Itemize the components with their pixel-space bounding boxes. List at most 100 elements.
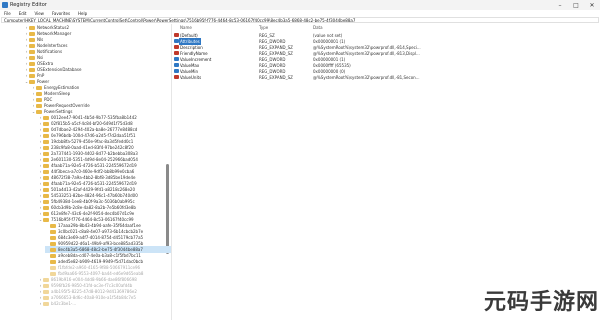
minimize-icon[interactable]: – [552,0,568,10]
menu-file[interactable]: File [0,11,15,16]
value-type: REG_EXPAND_SZ [259,50,293,56]
value-data: @%SystemRoot%\system32\powrprof.dll,-813… [313,50,420,56]
value-name: ValueUnits [180,74,202,80]
value-type: REG_SZ [259,32,275,38]
folder-icon [50,241,56,246]
folder-icon [43,277,49,282]
folder-icon [43,181,49,186]
tree-scrollbar-thumb[interactable] [166,164,169,254]
folder-icon [29,25,35,30]
menu-favorites[interactable]: Favorites [48,11,74,16]
registry-value-row[interactable]: ValueUnits REG_EXPAND_SZ @%SystemRoot%\sys… [173,74,433,80]
value-type: REG_DWORD [259,62,286,68]
value-type: REG_EXPAND_SZ [259,74,293,80]
folder-icon [43,151,49,156]
folder-icon [43,193,49,198]
value-type: REG_DWORD [259,38,286,44]
folder-icon [43,211,49,216]
folder-icon [43,217,49,222]
maximize-icon[interactable]: □ [568,0,584,10]
value-type: REG_DWORD [259,68,286,74]
folder-icon [50,271,56,276]
menu-bar: File Edit View Favorites Help [0,10,600,17]
binary-value-icon [174,69,179,73]
registry-values-list: Name Type Data (Default) REG_SZ (value not… [173,24,600,320]
folder-icon [50,259,56,264]
folder-icon [50,265,56,270]
folder-icon [29,79,35,84]
string-value-icon [174,75,179,79]
folder-icon [43,145,49,150]
folder-icon [43,283,49,288]
value-name: ValueMax [180,62,200,68]
menu-edit[interactable]: Edit [15,11,31,16]
folder-icon [43,175,49,180]
folder-icon [43,205,49,210]
value-type: REG_EXPAND_SZ [259,44,293,50]
folder-icon [43,139,49,144]
value-name: Attributes [179,37,201,45]
folder-icon [29,61,35,66]
value-data: 0x00000001 (1) [313,56,346,62]
watermark-logo: 元码手游网 [484,290,600,315]
folder-icon [36,85,42,90]
folder-icon [36,97,42,102]
folder-icon [43,187,49,192]
folder-icon [29,73,35,78]
folder-icon [50,247,56,252]
registry-editor-app-icon [2,2,8,8]
column-header-type[interactable]: Type [259,24,268,31]
folder-icon [29,37,35,42]
value-name: FriendlyName [180,50,208,56]
close-icon[interactable]: ✕ [584,0,600,10]
folder-icon [50,223,56,228]
window-title: Registry Editor [10,2,47,8]
folder-icon [50,253,56,258]
folder-icon [36,103,42,108]
folder-icon [36,91,42,96]
registry-key-tree[interactable]: › NetworkStatus2 › NetworkManager › Nls › NodeI… [0,24,172,320]
value-name: (Default) [180,32,198,38]
string-value-icon [174,33,179,37]
binary-value-icon [174,57,179,61]
folder-icon [43,163,49,168]
folder-icon [43,133,49,138]
value-name: Description [180,44,203,50]
folder-icon [43,301,49,306]
folder-icon [29,67,35,72]
tree-item-label: b42c3be1-... [51,301,77,306]
folder-icon [29,49,35,54]
value-name: ValueIncrement [180,56,212,62]
folder-icon [50,229,56,234]
title-bar: Registry Editor – □ ✕ [0,0,600,10]
value-data: @%SystemRoot%\system32\powrprof.dll,-814… [313,44,421,50]
folder-icon [36,109,42,114]
registry-editor-window: Registry Editor – □ ✕ File Edit View Fav… [0,0,600,320]
value-name: ValueMin [180,68,199,74]
folder-icon [43,289,49,294]
folder-icon [43,115,49,120]
folder-icon [43,199,49,204]
tree-item[interactable]: › b42c3be1-... [38,300,77,307]
address-bar[interactable]: Computer\HKEY_LOCAL_MACHINE\SYSTEM\Curre… [1,17,599,23]
binary-value-icon [174,39,179,43]
menu-help[interactable]: Help [74,11,91,16]
string-value-icon [174,45,179,49]
value-data: 0x00000000 (0) [313,68,346,74]
folder-icon [29,43,35,48]
menu-view[interactable]: View [30,11,48,16]
folder-icon [43,121,49,126]
value-data: @%SystemRoot%\system32\powrprof.dll,-81,… [313,74,420,80]
value-type: REG_DWORD [259,56,286,62]
folder-icon [29,55,35,60]
column-header-data[interactable]: Data [313,24,323,31]
folder-icon [43,157,49,162]
value-data: 0x00000001 (1) [313,38,346,44]
folder-icon [43,295,49,300]
folder-icon [43,127,49,132]
column-header-name[interactable]: Name [180,24,192,31]
folder-icon [50,235,56,240]
value-data: 0x0000ffff (65535) [313,62,351,68]
folder-icon [43,169,49,174]
folder-icon [29,31,35,36]
